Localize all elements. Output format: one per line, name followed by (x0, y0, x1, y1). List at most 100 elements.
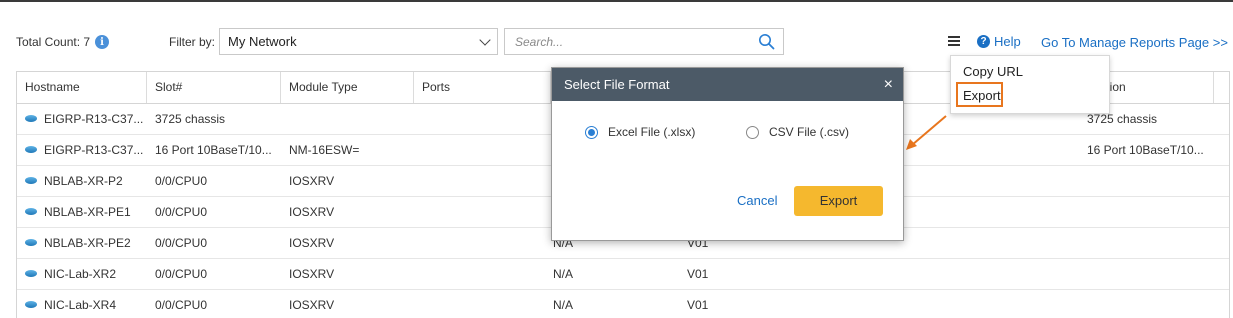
cell-hostname: NBLAB-XR-PE2 (17, 228, 155, 258)
router-icon (25, 239, 37, 247)
cell-hostname: EIGRP-R13-C37... (17, 104, 155, 134)
cell-hostname: NBLAB-XR-PE1 (17, 197, 155, 227)
cell-slot: 0/0/CPU0 (147, 259, 289, 289)
filter-select-value: My Network (228, 34, 297, 49)
search-input[interactable] (513, 33, 758, 50)
cell-text: 0/0/CPU0 (155, 174, 208, 188)
cell-text: NIC-Lab-XR2 (44, 267, 117, 281)
cell-text: NM-16ESW= (289, 143, 360, 157)
close-icon[interactable]: × (884, 68, 893, 101)
cell-description (1079, 197, 1222, 227)
cell-module-type (281, 104, 422, 134)
col-slot[interactable]: Slot# (147, 72, 281, 103)
cell-hostname: EIGRP-R13-C37... (17, 135, 155, 165)
option-csv-label: CSV File (.csv) (769, 125, 850, 139)
search-icon[interactable] (758, 33, 775, 50)
cell-text: 0/0/CPU0 (155, 298, 208, 312)
cell-text: NBLAB-XR-P2 (44, 174, 123, 188)
export-highlight (956, 82, 1003, 107)
cell-text: V01 (687, 298, 709, 312)
radio-excel[interactable] (585, 125, 598, 139)
cell-slot: 3725 chassis (147, 104, 289, 134)
cancel-button[interactable]: Cancel (737, 193, 777, 208)
cell-module-type: IOSXRV (281, 290, 422, 318)
option-csv[interactable]: CSV File (.csv) (746, 125, 849, 139)
menu-icon[interactable] (948, 36, 960, 46)
col-extra (1214, 72, 1229, 103)
cell-module-type: IOSXRV (281, 197, 422, 227)
table-row[interactable]: NIC-Lab-XR2 0/0/CPU0 IOSXRV N/A V01 (17, 259, 1229, 290)
cell-text: EIGRP-R13-C37... (44, 143, 144, 157)
cell-module-type: IOSXRV (281, 166, 422, 196)
cell-module-type: IOSXRV (281, 228, 422, 258)
router-icon (25, 270, 37, 278)
col-ports[interactable]: Ports (414, 72, 551, 103)
cell-module-type: IOSXRV (281, 259, 422, 289)
col-module-type[interactable]: Module Type (281, 72, 414, 103)
cell-slot: 0/0/CPU0 (147, 290, 289, 318)
chevron-down-icon (479, 33, 491, 46)
total-count: Total Count: 7 i (16, 35, 110, 49)
search-box[interactable] (504, 28, 784, 55)
cell-text: N/A (553, 267, 574, 281)
total-count-label: Total Count: 7 (16, 35, 91, 49)
cell-text: NBLAB-XR-PE2 (44, 236, 131, 250)
cell-text: 16 Port 10BaseT/10... (155, 143, 272, 157)
help-icon: ? (977, 35, 990, 48)
info-icon[interactable]: i (95, 35, 110, 49)
table-row[interactable]: NIC-Lab-XR4 0/0/CPU0 IOSXRV N/A V01 (17, 290, 1229, 318)
cell-module-type: NM-16ESW= (281, 135, 422, 165)
cell-description (1079, 290, 1222, 318)
option-excel[interactable]: Excel File (.xlsx) (585, 125, 695, 139)
cell-text: NBLAB-XR-PE1 (44, 205, 131, 219)
dialog-header: Select File Format × (552, 68, 903, 101)
cell-text: IOSXRV (289, 236, 335, 250)
cell-text: N/A (553, 298, 574, 312)
cell-description (1079, 228, 1222, 258)
cell-text: IOSXRV (289, 298, 335, 312)
cell-text: IOSXRV (289, 205, 335, 219)
manage-reports-link[interactable]: Go To Manage Reports Page >> (1041, 35, 1228, 50)
radio-csv[interactable] (746, 125, 759, 139)
cell-hostname: NIC-Lab-XR2 (17, 259, 155, 289)
router-icon (25, 208, 37, 216)
file-format-dialog: Select File Format × Excel File (.xlsx) … (551, 67, 904, 241)
cell-description: 16 Port 10BaseT/10... (1079, 135, 1222, 165)
cell-col5: N/A (545, 259, 687, 289)
annotation-arrow-icon (906, 115, 947, 150)
help-label: Help (994, 34, 1021, 49)
option-excel-label: Excel File (.xlsx) (608, 125, 696, 139)
router-icon (25, 146, 37, 154)
cell-description (1079, 166, 1222, 196)
router-icon (25, 115, 37, 123)
cell-col6: V01 (679, 259, 887, 289)
cell-text: IOSXRV (289, 174, 335, 188)
cell-slot: 16 Port 10BaseT/10... (147, 135, 289, 165)
cell-text: V01 (687, 267, 709, 281)
cell-slot: 0/0/CPU0 (147, 166, 289, 196)
cell-text: 0/0/CPU0 (155, 205, 208, 219)
menu-item-copy-url[interactable]: Copy URL (963, 64, 1023, 79)
dialog-title: Select File Format (564, 77, 670, 92)
cell-description (1079, 259, 1222, 289)
cell-text: 0/0/CPU0 (155, 267, 208, 281)
cell-text: IOSXRV (289, 267, 335, 281)
cell-text: NIC-Lab-XR4 (44, 298, 117, 312)
top-border (0, 0, 1233, 2)
cell-text: 3725 chassis (1087, 112, 1158, 126)
cell-col5: N/A (545, 290, 687, 318)
cell-hostname: NIC-Lab-XR4 (17, 290, 155, 318)
help-link[interactable]: ? Help (977, 34, 1021, 49)
cell-col6: V01 (679, 290, 887, 318)
cell-hostname: NBLAB-XR-P2 (17, 166, 155, 196)
col-hostname[interactable]: Hostname (17, 72, 147, 103)
cell-slot: 0/0/CPU0 (147, 197, 289, 227)
cell-text: 3725 chassis (155, 112, 226, 126)
cell-text: 16 Port 10BaseT/10... (1087, 143, 1204, 157)
router-icon (25, 301, 37, 309)
router-icon (25, 177, 37, 185)
cell-text: 0/0/CPU0 (155, 236, 208, 250)
export-button[interactable]: Export (794, 186, 883, 216)
cell-slot: 0/0/CPU0 (147, 228, 289, 258)
filter-select[interactable]: My Network (219, 28, 498, 55)
